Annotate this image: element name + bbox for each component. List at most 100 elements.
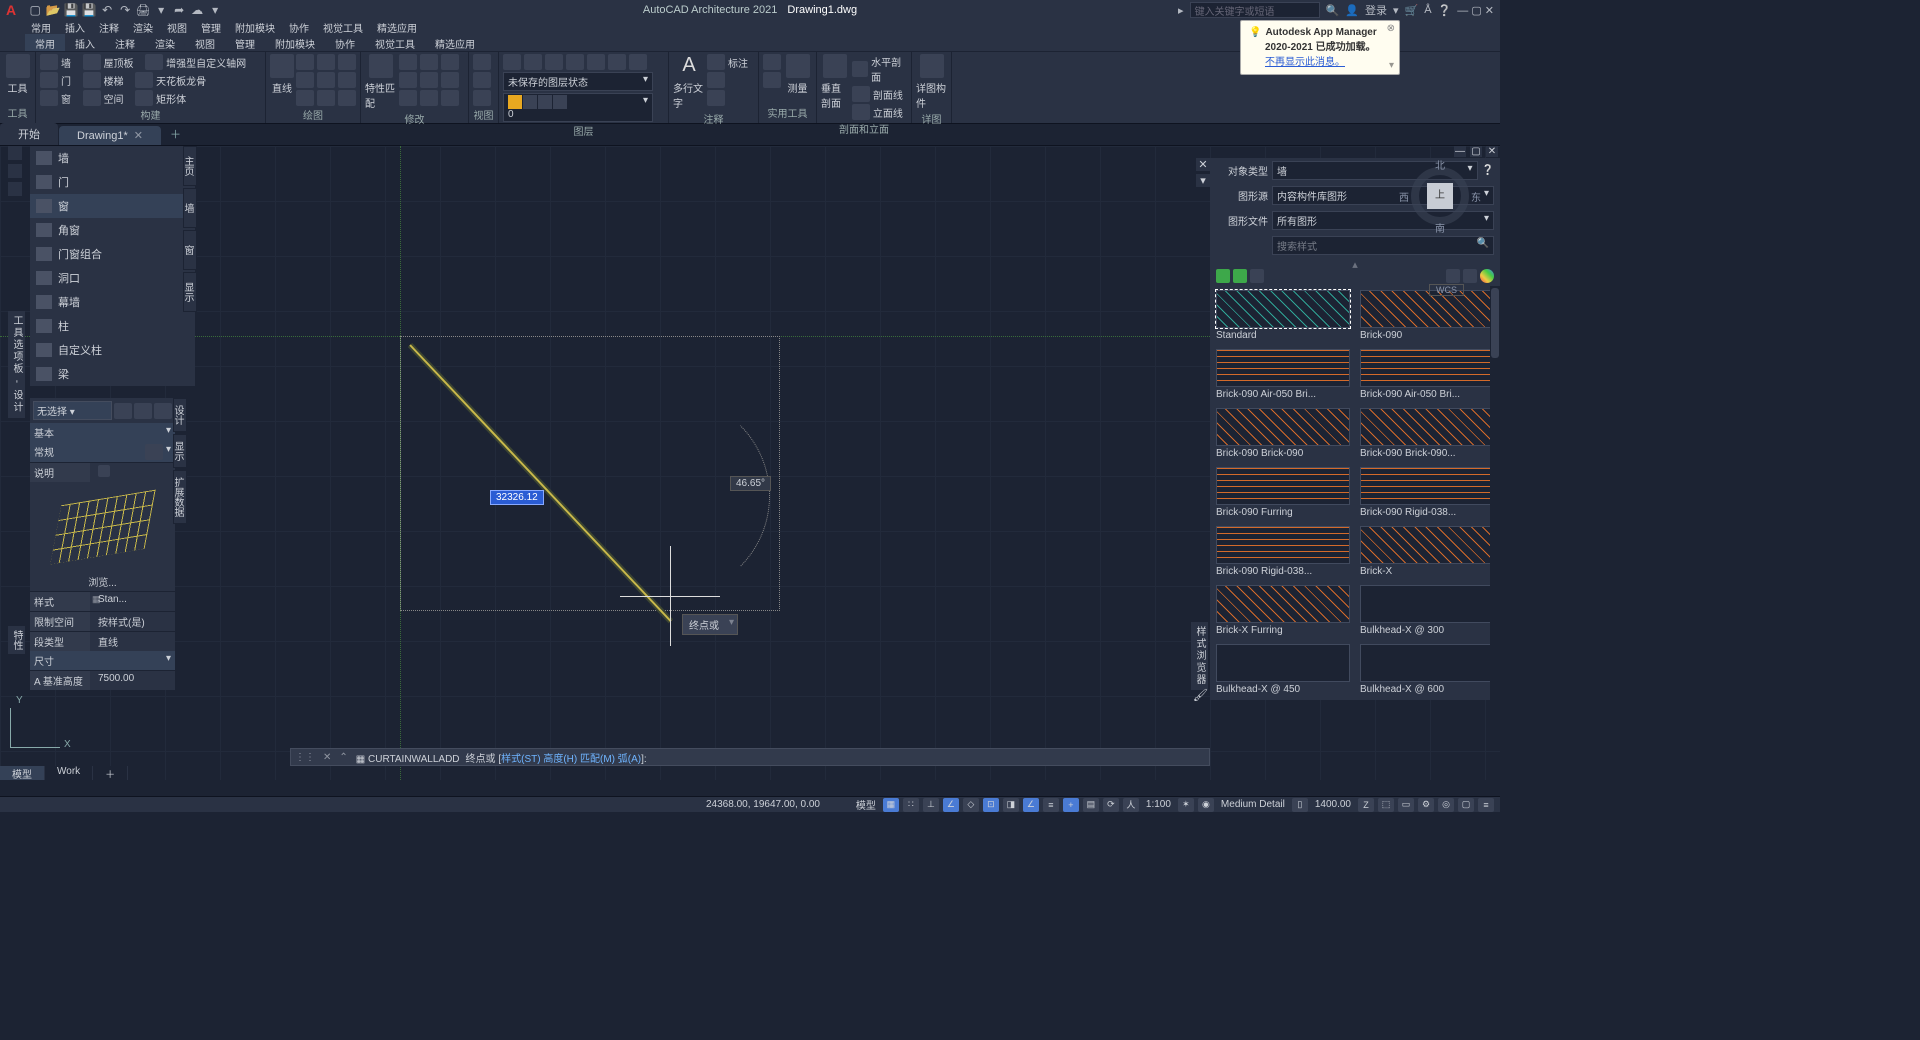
wall-icon[interactable] xyxy=(40,54,58,70)
detail-button[interactable]: 详图构件 xyxy=(916,54,947,110)
cmd-handle-icon[interactable]: ⋮⋮ xyxy=(291,752,319,763)
qat-undo-icon[interactable]: ↶ xyxy=(100,3,114,17)
user-icon[interactable]: 👤 xyxy=(1345,4,1359,17)
limit-value[interactable]: 按样式(是) xyxy=(90,612,175,631)
lineweight-toggle-icon[interactable]: ≡ xyxy=(1043,798,1059,812)
wcs-label[interactable]: WCS xyxy=(1429,284,1464,296)
palette-item-opening[interactable]: 洞口 xyxy=(30,266,195,290)
palette-item-beam[interactable]: 梁 xyxy=(30,362,195,386)
qat-dropdown-icon[interactable]: ▾ xyxy=(208,3,222,17)
door-icon[interactable] xyxy=(40,72,58,88)
annotation-scale-icon[interactable]: 人 xyxy=(1123,798,1139,812)
palette-item-column[interactable]: 柱 xyxy=(30,314,195,338)
close-button[interactable]: ✕ xyxy=(1485,5,1494,17)
style-value[interactable]: Stan... xyxy=(90,592,175,611)
cube-top-face[interactable]: 上 xyxy=(1427,183,1453,209)
infocenter-arrow-icon[interactable]: ▸ xyxy=(1178,4,1184,17)
cmd-close-icon[interactable]: ✕ xyxy=(319,752,335,763)
style-tile[interactable]: Bulkhead-X @ 300 xyxy=(1360,585,1494,636)
hardware-accel-icon[interactable]: ⚙ xyxy=(1418,798,1434,812)
panel-pin-icon[interactable]: ▾ xyxy=(1196,174,1210,187)
menu-item[interactable]: 管理 xyxy=(195,20,227,34)
unit-icon[interactable]: ⬚ xyxy=(1378,798,1394,812)
palette-pin-icon[interactable] xyxy=(8,164,22,178)
ribbon-tab[interactable]: 管理 xyxy=(225,34,265,51)
ribbon-tab[interactable]: 视图 xyxy=(185,34,225,51)
coordinates-readout[interactable]: 24368.00, 19647.00, 0.00 xyxy=(6,799,820,810)
infocenter-search[interactable]: 键入关键字或短语 xyxy=(1190,2,1320,18)
qat-open-icon[interactable]: 📂 xyxy=(46,3,60,17)
style-tile[interactable]: Brick-090 Rigid-038... xyxy=(1360,467,1494,518)
edit-icon[interactable] xyxy=(1250,269,1264,283)
login-label[interactable]: 登录 xyxy=(1365,2,1387,18)
add-tab-button[interactable]: ＋ xyxy=(162,123,189,145)
collapse-handle[interactable]: ▴ xyxy=(1210,258,1500,266)
dismiss-link[interactable]: 不再显示此消息。 xyxy=(1265,57,1345,68)
palette-tab-window[interactable]: 窗 xyxy=(183,230,197,270)
category-dimensions[interactable]: 尺寸▾ xyxy=(30,651,175,670)
customize-icon[interactable]: ≡ xyxy=(1478,798,1494,812)
menu-item[interactable]: 视觉工具 xyxy=(317,20,369,34)
replace-z-icon[interactable]: Z xyxy=(1358,798,1374,812)
palette-item-wall[interactable]: 墙 xyxy=(30,146,195,170)
model-tab[interactable]: 模型 xyxy=(0,766,45,780)
measure-button[interactable]: 测量 xyxy=(783,54,812,95)
close-tab-icon[interactable]: ✕ xyxy=(134,129,143,142)
help-icon[interactable]: ❔ xyxy=(1438,4,1452,17)
cycling-toggle-icon[interactable]: ⟳ xyxy=(1103,798,1119,812)
props-tab-ext-data[interactable]: 扩展数据 xyxy=(173,470,187,524)
view-icon[interactable] xyxy=(473,54,491,70)
palette-menu-icon[interactable] xyxy=(8,182,22,196)
quick-select-icon[interactable] xyxy=(114,403,132,419)
ribbon-tab[interactable]: 协作 xyxy=(325,34,365,51)
cmd-expand-icon[interactable]: ⌃ xyxy=(335,752,351,763)
props-tab-design[interactable]: 设计 xyxy=(173,398,187,432)
menu-item[interactable]: 精选应用 xyxy=(371,20,423,34)
view-cube[interactable]: 上 北 南 东 西 xyxy=(1405,161,1475,231)
style-tile[interactable]: Brick-090 Furring xyxy=(1216,467,1350,518)
dynamic-prompt[interactable]: 终点或 xyxy=(682,614,738,635)
qat-saveas-icon[interactable]: 💾 xyxy=(82,3,96,17)
drawing-tab[interactable]: Drawing1*✕ xyxy=(59,126,161,145)
otrack-toggle-icon[interactable]: ∠ xyxy=(1023,798,1039,812)
drawing-canvas[interactable]: 32326.12 46.65° 终点或 — ▢ ✕ 墙 门 窗 角窗 门窗组合 … xyxy=(0,146,1500,780)
palette-tab-wall[interactable]: 墙 xyxy=(183,188,197,228)
ribbon-tab[interactable]: 精选应用 xyxy=(425,34,485,51)
menu-item[interactable]: 常用 xyxy=(25,20,57,34)
detail-level[interactable]: Medium Detail xyxy=(1218,799,1288,810)
inner-close[interactable]: ✕ xyxy=(1486,146,1498,157)
menu-item[interactable]: 渲染 xyxy=(127,20,159,34)
menu-item[interactable]: 视图 xyxy=(161,20,193,34)
qat-new-icon[interactable]: ▢ xyxy=(28,3,42,17)
inner-maximize[interactable]: ▢ xyxy=(1470,146,1482,157)
palette-close-icon[interactable] xyxy=(8,146,22,160)
section-button[interactable]: 垂直剖面 xyxy=(821,54,850,110)
roof-icon[interactable] xyxy=(83,54,101,70)
ceiling-icon[interactable] xyxy=(135,72,153,88)
cut-plane-value[interactable]: 1400.00 xyxy=(1312,799,1354,810)
view-mode-icon[interactable] xyxy=(1480,269,1494,283)
style-tile[interactable]: Bulkhead-X @ 600 xyxy=(1360,644,1494,695)
clean-screen-icon[interactable]: ▢ xyxy=(1458,798,1474,812)
segment-value[interactable]: 直线 xyxy=(90,632,175,651)
matchprop-button[interactable]: 特性匹配 xyxy=(365,54,397,110)
palette-item-door[interactable]: 门 xyxy=(30,170,195,194)
style-tile[interactable]: Brick-090 xyxy=(1360,290,1494,341)
gear-icon[interactable]: ✶ xyxy=(1178,798,1194,812)
palette-item-assembly[interactable]: 门窗组合 xyxy=(30,242,195,266)
palette-item-custom-column[interactable]: 自定义柱 xyxy=(30,338,195,362)
ribbon-tab[interactable]: 视觉工具 xyxy=(365,34,425,51)
osnap-toggle-icon[interactable]: ⊡ xyxy=(983,798,999,812)
import-arrow-icon[interactable] xyxy=(1216,269,1230,283)
ribbon-tab[interactable]: 注释 xyxy=(105,34,145,51)
style-tile[interactable]: Bulkhead-X @ 450 xyxy=(1216,644,1350,695)
base-height-value[interactable]: 7500.00 xyxy=(90,671,175,690)
style-tile[interactable]: Brick-090 Rigid-038... xyxy=(1216,526,1350,577)
layout-tab[interactable]: Work xyxy=(45,766,93,780)
space-icon[interactable] xyxy=(83,90,101,106)
style-tile[interactable]: Brick-090 Air-050 Bri... xyxy=(1360,349,1494,400)
menu-item[interactable]: 协作 xyxy=(283,20,315,34)
help-icon[interactable]: ❔ xyxy=(1482,165,1494,176)
browse-link[interactable]: 浏览... xyxy=(30,572,175,591)
login-dropdown-icon[interactable]: ▾ xyxy=(1393,4,1399,17)
